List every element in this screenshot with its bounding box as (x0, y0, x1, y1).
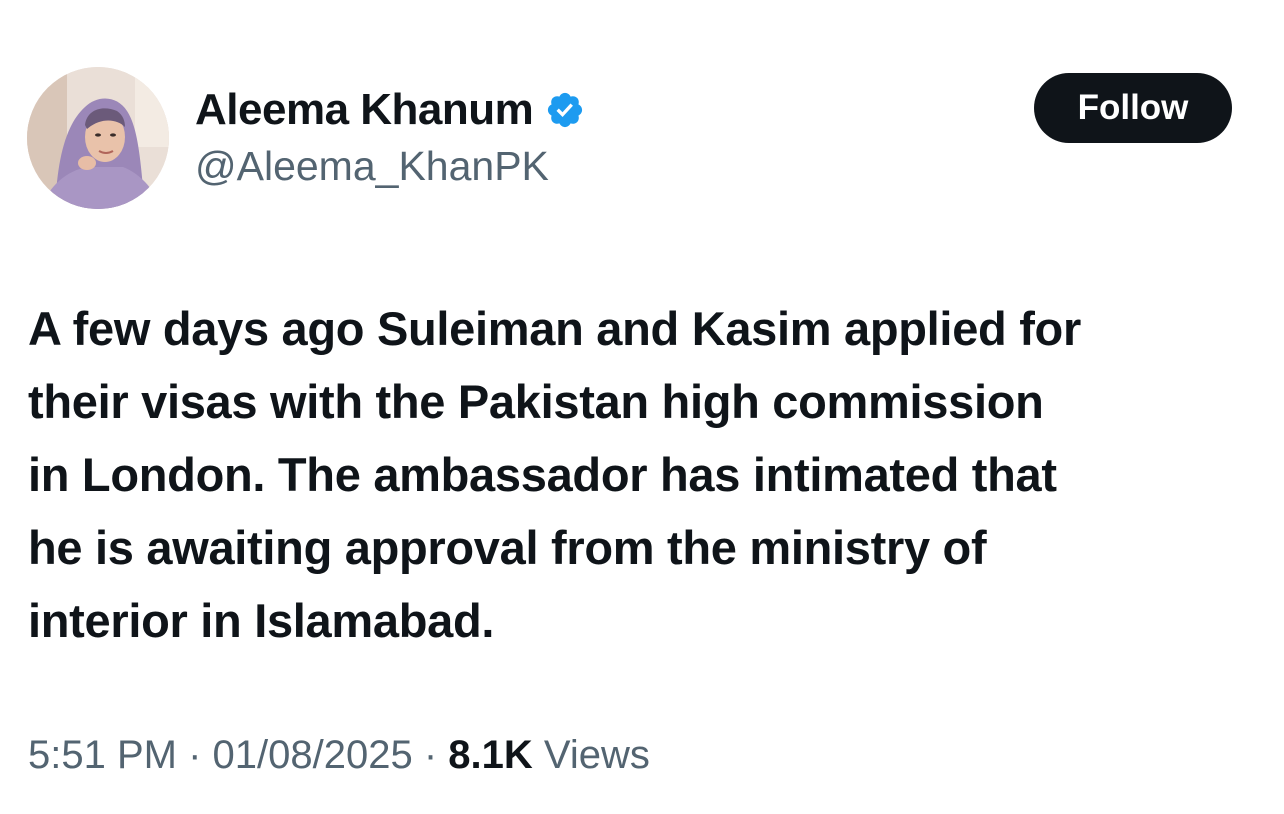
tweet-text: A few days ago Suleiman and Kasim applie… (28, 292, 1263, 657)
tweet-text-line: their visas with the Pakistan high commi… (28, 375, 1044, 428)
tweet-text-line: he is awaiting approval from the ministr… (28, 521, 987, 574)
avatar[interactable] (27, 67, 169, 209)
avatar-image (27, 67, 169, 209)
tweet-date[interactable]: 01/08/2025 (213, 733, 413, 777)
meta-separator: · (176, 733, 213, 777)
follow-button[interactable]: Follow (1034, 73, 1232, 143)
views-count: 8.1K (448, 733, 533, 777)
tweet-time[interactable]: 5:51 PM (28, 733, 177, 777)
meta-separator: · (412, 733, 449, 777)
views-label: Views (543, 733, 650, 777)
tweet-card: Aleema Khanum @Aleema_KhanPK Follow A fe… (0, 0, 1284, 814)
tweet-text-line: A few days ago Suleiman and Kasim applie… (28, 302, 1081, 355)
author-name-row: Aleema Khanum (195, 84, 585, 136)
tweet-text-line: in London. The ambassador has intimated … (28, 448, 1057, 501)
tweet-text-line: interior in Islamabad. (28, 594, 495, 647)
verified-badge-icon[interactable] (545, 90, 585, 130)
author-block: Aleema Khanum @Aleema_KhanPK (195, 84, 585, 190)
author-display-name[interactable]: Aleema Khanum (195, 85, 534, 135)
tweet-meta: 5:51 PM · 01/08/2025 · 8.1K Views (28, 733, 650, 778)
author-handle[interactable]: @Aleema_KhanPK (195, 143, 585, 190)
